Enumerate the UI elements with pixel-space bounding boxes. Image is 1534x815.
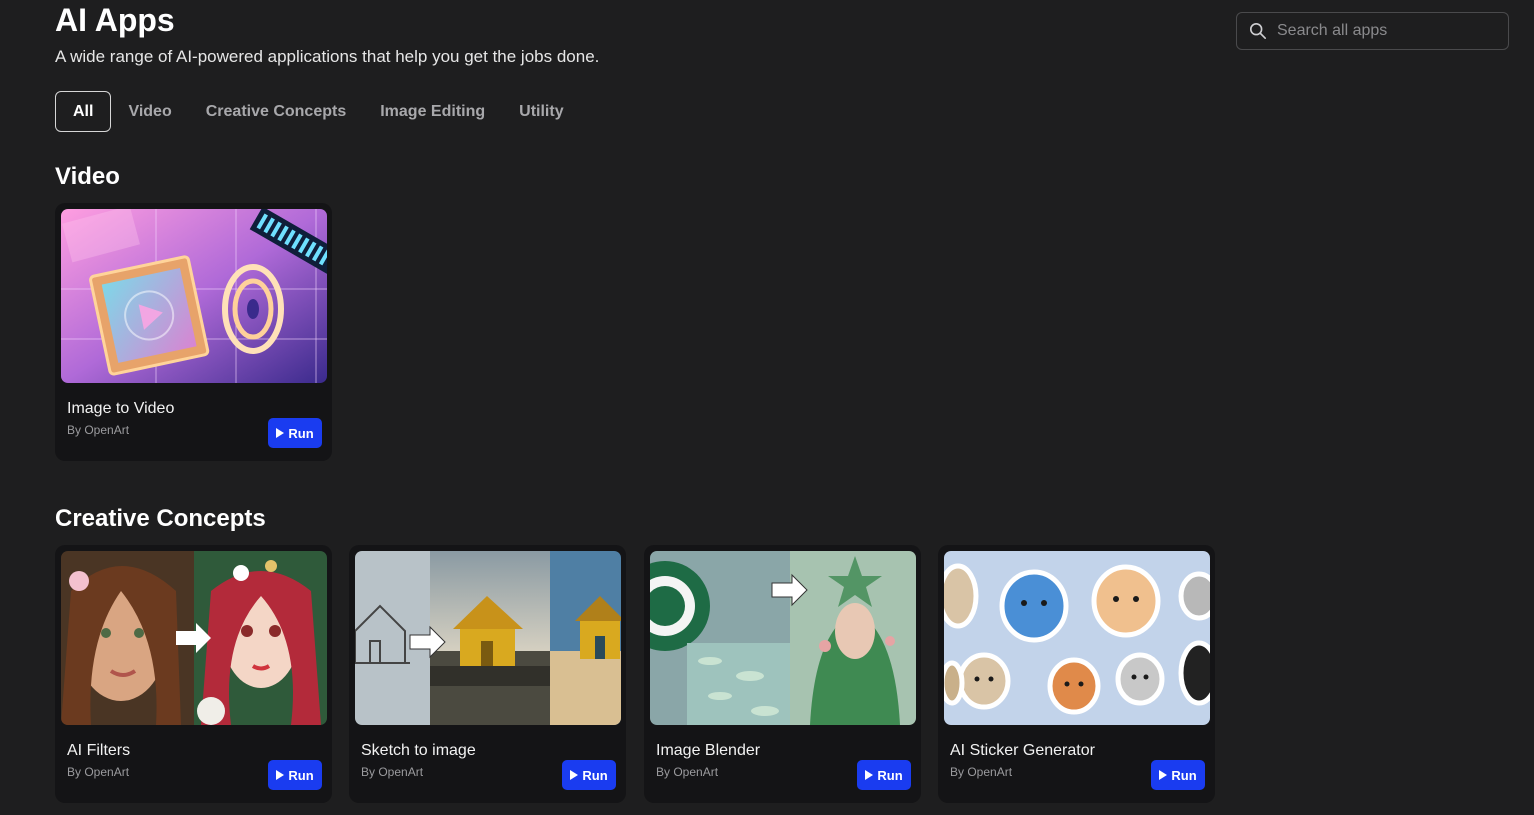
app-card-image-blender[interactable]: Image Blender By OpenArt Run [644,545,921,803]
search-input[interactable] [1275,21,1479,41]
play-icon [865,770,874,780]
run-label: Run [1171,767,1197,783]
app-author: By OpenArt [361,765,424,779]
app-author: By OpenArt [67,423,130,437]
search-icon [1249,22,1267,40]
app-thumbnail [61,209,327,383]
tab-video[interactable]: Video [111,91,188,132]
play-icon [276,770,285,780]
app-author: By OpenArt [67,765,130,779]
app-author: By OpenArt [950,765,1013,779]
play-icon [1159,770,1168,780]
run-label: Run [288,767,314,783]
play-icon [570,770,579,780]
run-button[interactable]: Run [857,760,911,790]
app-title: Image Blender [656,742,761,759]
tab-all[interactable]: All [55,91,112,132]
app-card-sketch-to-image[interactable]: Sketch to image By OpenArt Run [349,545,626,803]
run-label: Run [582,767,608,783]
search-box[interactable] [1236,12,1509,50]
app-card-image-to-video[interactable]: Image to Video By OpenArt Run [55,203,332,461]
page-subtitle: A wide range of AI-powered applications … [55,47,600,66]
tab-creative-concepts[interactable]: Creative Concepts [189,91,364,132]
section-title-creative-concepts: Creative Concepts [55,505,266,532]
app-card-ai-sticker-generator[interactable]: AI Sticker Generator By OpenArt Run [938,545,1215,803]
app-card-ai-filters[interactable]: AI Filters By OpenArt Run [55,545,332,803]
app-title: Image to Video [67,400,175,417]
run-label: Run [877,767,903,783]
app-title: Sketch to image [361,742,476,759]
app-author: By OpenArt [656,765,719,779]
page-title: AI Apps [55,2,175,38]
play-icon [276,428,285,438]
app-title: AI Filters [67,742,131,759]
app-thumbnail [650,551,916,725]
app-thumbnail [355,551,621,725]
category-tabs: All Video Creative Concepts Image Editin… [55,91,581,132]
run-button[interactable]: Run [1151,760,1205,790]
app-thumbnail [61,551,327,725]
run-button[interactable]: Run [268,760,322,790]
run-label: Run [288,425,314,441]
app-thumbnail [944,551,1210,725]
section-title-video: Video [55,163,120,190]
tab-utility[interactable]: Utility [502,91,580,132]
run-button[interactable]: Run [562,760,616,790]
tab-image-editing[interactable]: Image Editing [363,91,502,132]
app-title: AI Sticker Generator [950,742,1095,759]
run-button[interactable]: Run [268,418,322,448]
